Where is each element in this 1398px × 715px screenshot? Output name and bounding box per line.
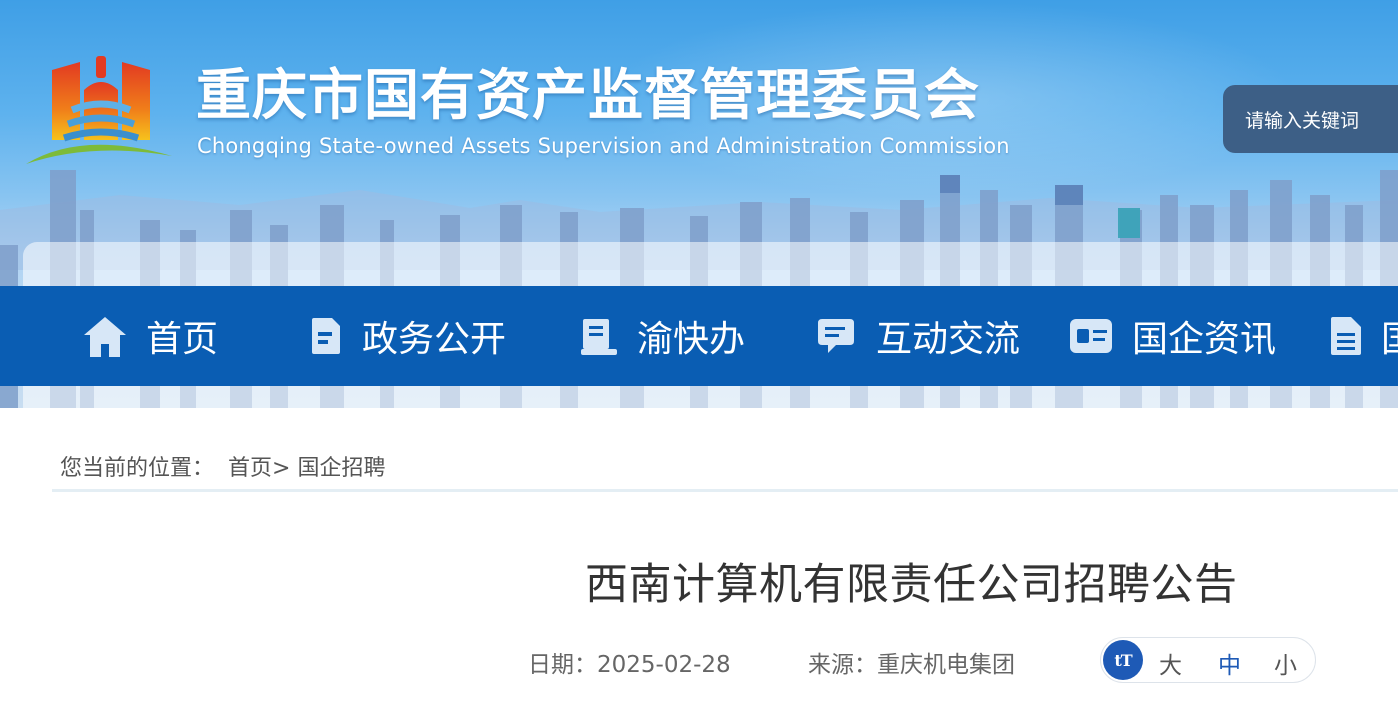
nav-item-yukuaiban[interactable]: 渝快办 <box>579 286 745 386</box>
nav-label-yukuaiban: 渝快办 <box>637 319 746 360</box>
news-card-icon <box>1070 319 1112 353</box>
nav-label-home: 首页 <box>146 319 219 360</box>
file-icon <box>1331 317 1361 355</box>
nav-label-soe-news: 国企资讯 <box>1132 319 1277 360</box>
font-size-icon: tT <box>1103 640 1143 680</box>
font-size-large-button[interactable]: 大 <box>1159 646 1182 680</box>
breadcrumb-prefix: 您当前的位置： <box>60 456 215 481</box>
book-icon <box>581 319 617 355</box>
site-title: 重庆市国有资产监督管理委员会 <box>196 63 981 127</box>
date-label: 日期： <box>528 652 597 678</box>
nav-item-soe-news[interactable]: 国企资讯 <box>1068 286 1276 386</box>
font-size-control: tT 大 中 小 <box>1100 637 1316 683</box>
nav-label-more: 国 <box>1381 310 1398 362</box>
breadcrumb: 您当前的位置： 首页> 国企招聘 <box>60 450 385 482</box>
article-date: 日期：2025-02-28 <box>528 645 731 679</box>
nav-label-government: 政务公开 <box>362 319 507 360</box>
main-nav: 首页 政务公开 渝快办 互动交流 国企资讯 <box>0 286 1398 386</box>
breadcrumb-home-link[interactable]: 首页 <box>228 456 272 481</box>
article-title: 西南计算机有限责任公司招聘公告 <box>585 560 1238 610</box>
site-subtitle: Chongqing State-owned Assets Supervision… <box>197 134 1010 158</box>
source-label: 来源： <box>808 652 877 678</box>
breadcrumb-divider <box>52 489 1398 492</box>
source-value: 重庆机电集团 <box>877 652 1015 678</box>
nav-item-interaction[interactable]: 互动交流 <box>814 286 1020 386</box>
search-input[interactable]: 请输入关键词 <box>1223 85 1398 153</box>
commission-logo <box>26 56 172 164</box>
home-icon <box>84 317 126 357</box>
chat-icon <box>818 319 854 353</box>
font-size-small-button[interactable]: 小 <box>1274 646 1297 680</box>
nav-item-government[interactable]: 政务公开 <box>308 286 506 386</box>
nav-label-interaction: 互动交流 <box>876 319 1021 360</box>
breadcrumb-separator: > <box>272 456 291 481</box>
nav-item-home[interactable]: 首页 <box>82 286 218 386</box>
font-size-medium-button[interactable]: 中 <box>1218 646 1241 680</box>
document-icon <box>312 318 340 354</box>
search-placeholder: 请输入关键词 <box>1245 109 1360 132</box>
article-source: 来源：重庆机电集团 <box>808 645 1015 679</box>
nav-item-more[interactable]: 国 <box>1327 286 1398 386</box>
date-value: 2025-02-28 <box>597 652 731 678</box>
breadcrumb-current-link[interactable]: 国企招聘 <box>297 456 385 481</box>
